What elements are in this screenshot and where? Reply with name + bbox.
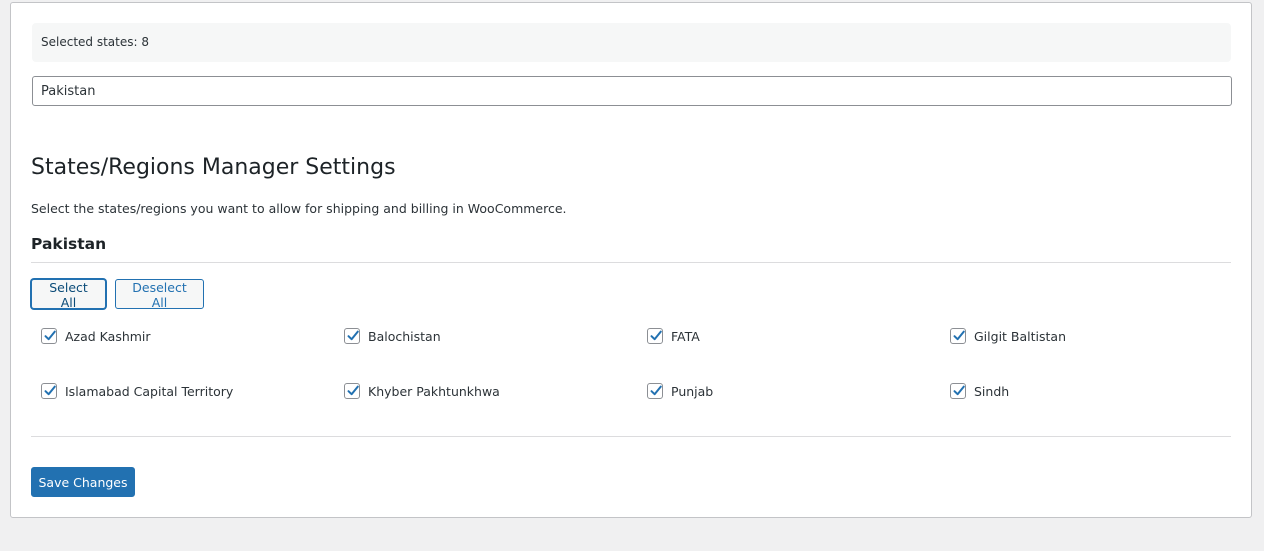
state-label: Gilgit Baltistan	[974, 328, 1066, 344]
checkmark-icon	[650, 385, 662, 396]
state-checkbox[interactable]	[950, 383, 966, 399]
checkmark-icon	[953, 330, 965, 341]
state-label: Azad Kashmir	[65, 328, 151, 344]
state-label: Balochistan	[368, 328, 441, 344]
state-checkbox[interactable]	[41, 328, 57, 344]
deselect-all-button[interactable]: Deselect All	[115, 279, 204, 310]
state-checkbox-item[interactable]: Azad Kashmir	[41, 326, 151, 346]
state-checkbox[interactable]	[647, 328, 663, 344]
country-section-title: Pakistan	[31, 235, 107, 253]
checkmark-icon	[953, 385, 965, 396]
state-checkbox-item[interactable]: Islamabad Capital Territory	[41, 381, 233, 401]
checkmark-icon	[44, 330, 56, 341]
checkmark-icon	[347, 330, 359, 341]
country-input[interactable]	[32, 76, 1232, 106]
state-checkbox-item[interactable]: Khyber Pakhtunkhwa	[344, 381, 500, 401]
settings-panel: Selected states: 8 States/Regions Manage…	[10, 2, 1252, 518]
settings-description: Select the states/regions you want to al…	[31, 201, 567, 216]
state-checkbox[interactable]	[344, 328, 360, 344]
state-label: Punjab	[671, 383, 714, 399]
checkmark-icon	[650, 330, 662, 341]
state-checkbox-item[interactable]: Gilgit Baltistan	[950, 326, 1066, 346]
state-label: FATA	[671, 328, 700, 344]
state-checkbox[interactable]	[950, 328, 966, 344]
state-checkbox-item[interactable]: Punjab	[647, 381, 713, 401]
state-label: Islamabad Capital Territory	[65, 383, 234, 399]
state-checkbox-item[interactable]: Sindh	[950, 381, 1009, 401]
state-label: Khyber Pakhtunkhwa	[368, 383, 500, 399]
checkmark-icon	[44, 385, 56, 396]
selected-states-count: Selected states: 8	[32, 23, 1231, 62]
page-title: States/Regions Manager Settings	[31, 155, 396, 180]
state-label: Sindh	[974, 383, 1010, 399]
state-checkbox-item[interactable]: FATA	[647, 326, 700, 346]
section-divider	[31, 262, 1231, 263]
save-changes-button[interactable]: Save Changes	[31, 467, 135, 497]
state-checkbox[interactable]	[344, 383, 360, 399]
footer-divider	[31, 436, 1231, 437]
select-all-button[interactable]: Select All	[31, 279, 106, 310]
state-checkbox[interactable]	[41, 383, 57, 399]
state-checkbox-item[interactable]: Balochistan	[344, 326, 441, 346]
checkmark-icon	[347, 385, 359, 396]
state-checkbox[interactable]	[647, 383, 663, 399]
